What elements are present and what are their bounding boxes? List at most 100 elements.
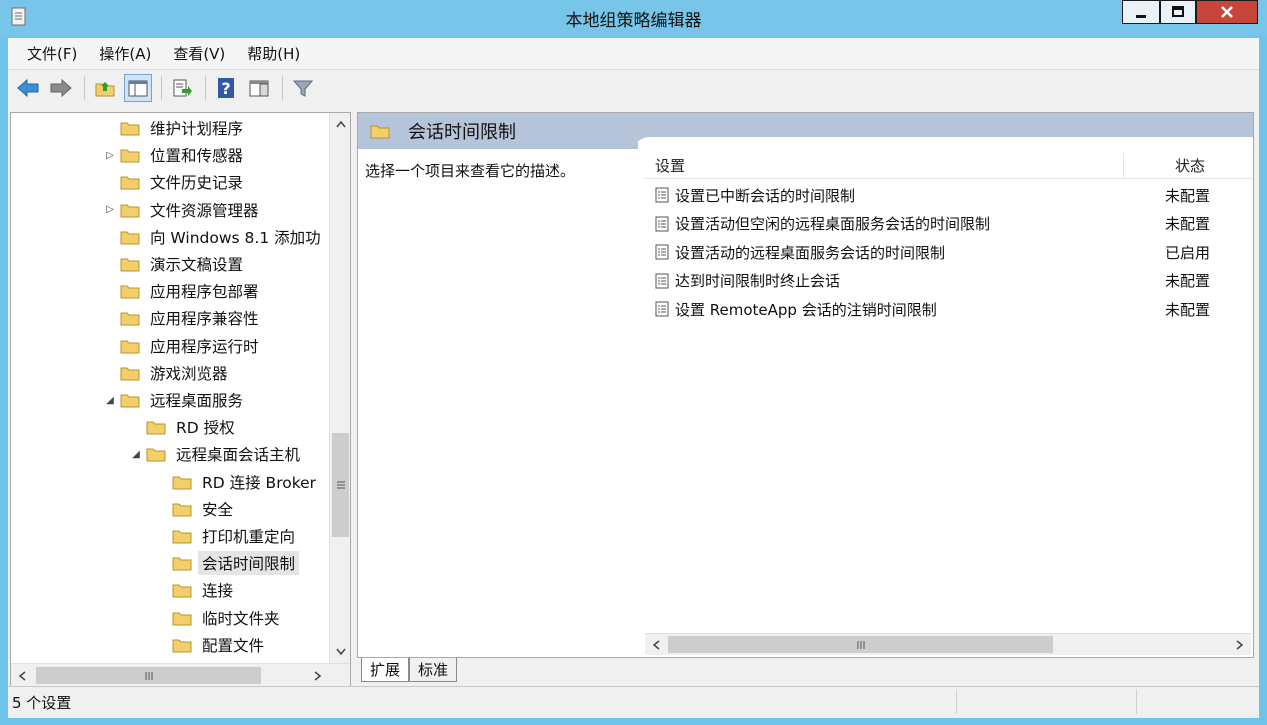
setting-state: 未配置 — [1165, 186, 1211, 205]
tree-item[interactable]: 应用程序包部署 — [103, 278, 263, 304]
scroll-left-button[interactable] — [645, 634, 666, 655]
tab-extended[interactable]: 扩展 — [361, 658, 410, 682]
details-header-tab: 会话时间限制 — [358, 113, 638, 149]
tree-item[interactable]: 打印机重定向 — [155, 523, 299, 549]
tree-item[interactable]: 向 Windows 8.1 添加功 — [103, 224, 325, 250]
folder-icon — [120, 231, 140, 245]
tree-item-label: 远程桌面会话主机 — [176, 446, 301, 465]
maximize-icon — [1172, 6, 1184, 17]
expand-arrow-icon[interactable]: ▷ — [103, 150, 117, 161]
setting-state: 已启用 — [1165, 243, 1211, 262]
maximize-button[interactable] — [1160, 0, 1196, 24]
status-divider — [956, 689, 957, 714]
scroll-thumb[interactable] — [332, 433, 349, 537]
navigation-tree-pane[interactable]: 维护计划程序 ▷ 位置和传感器 文件历史记录 ▷ 文件资源管理器向 Windows 8.1… — [10, 112, 351, 688]
scroll-thumb[interactable] — [36, 667, 261, 684]
scroll-left-button[interactable] — [11, 665, 32, 686]
minimize-button[interactable] — [1122, 0, 1160, 24]
folder-icon — [172, 476, 192, 490]
tree-vertical-scrollbar[interactable] — [329, 113, 350, 663]
folder-icon — [172, 503, 192, 517]
show-hide-tree-button[interactable] — [124, 74, 152, 102]
help-button[interactable]: ? — [212, 74, 240, 102]
tree-item[interactable]: ◢ 远程桌面服务 — [103, 387, 247, 413]
tree-item[interactable]: 文件历史记录 — [103, 169, 247, 195]
folder-icon — [172, 557, 192, 571]
details-title: 会话时间限制 — [408, 122, 516, 143]
scroll-right-button[interactable] — [1229, 634, 1250, 655]
menu-help[interactable]: 帮助(H) — [236, 43, 311, 64]
tree-item-label: RD 授权 — [176, 419, 235, 438]
window-title: 本地组策略编辑器 — [565, 11, 702, 31]
tree-item[interactable]: 游戏浏览器 — [103, 360, 232, 386]
tree-item[interactable]: 临时文件夹 — [155, 605, 284, 631]
tree-item[interactable]: ◢ 远程桌面会话主机 — [129, 441, 304, 467]
tree-item[interactable]: ▷ 位置和传感器 — [103, 142, 247, 168]
policy-setting-icon — [655, 301, 669, 317]
column-divider[interactable] — [1123, 153, 1124, 179]
tree-item[interactable]: 应用程序运行时 — [103, 333, 263, 359]
forward-button[interactable] — [47, 74, 75, 102]
tree-item[interactable]: ▷ 文件资源管理器 — [103, 197, 263, 223]
folder-icon — [172, 530, 192, 544]
show-hide-tree-icon — [128, 80, 148, 97]
up-button[interactable] — [91, 74, 119, 102]
scroll-down-button[interactable] — [330, 641, 350, 662]
list-horizontal-scrollbar[interactable] — [645, 633, 1251, 655]
filter-button[interactable] — [289, 74, 317, 102]
setting-row[interactable]: 达到时间限制时终止会话 未配置 — [645, 267, 1253, 295]
chevron-up-icon — [335, 120, 346, 127]
tree-item-label: 演示文稿设置 — [150, 256, 244, 274]
setting-row[interactable]: 设置 RemoteApp 会话的注销时间限制 未配置 — [645, 295, 1253, 323]
scroll-up-button[interactable] — [330, 113, 350, 134]
tree-item[interactable]: RD 授权 — [129, 414, 239, 440]
close-icon — [1221, 6, 1233, 18]
setting-row[interactable]: 设置已中断会话的时间限制 未配置 — [645, 181, 1253, 209]
export-list-button[interactable] — [168, 74, 196, 102]
tree-item[interactable]: 维护计划程序 — [103, 115, 247, 141]
menu-file[interactable]: 文件(F) — [16, 43, 88, 64]
navigation-tree: 维护计划程序 ▷ 位置和传感器 文件历史记录 ▷ 文件资源管理器向 Windows 8.1… — [11, 113, 329, 663]
tree-item-label: 向 Windows 8.1 添加功 — [150, 228, 321, 247]
properties-pane-button[interactable] — [245, 74, 273, 102]
menu-view[interactable]: 查看(V) — [162, 43, 236, 64]
setting-row[interactable]: 设置活动的远程桌面服务会话的时间限制 已启用 — [645, 238, 1253, 266]
export-list-icon — [173, 79, 192, 97]
forward-arrow-icon — [50, 78, 72, 98]
setting-name: 设置 RemoteApp 会话的注销时间限制 — [675, 300, 937, 319]
folder-icon — [120, 367, 140, 381]
tree-item-label: 会话时间限制 — [198, 551, 300, 576]
policy-setting-icon — [655, 273, 669, 289]
menu-action[interactable]: 操作(A) — [88, 43, 162, 64]
menu-bar: 文件(F) 操作(A) 查看(V) 帮助(H) — [8, 38, 1259, 70]
folder-icon — [120, 176, 140, 190]
collapse-arrow-icon[interactable]: ◢ — [129, 449, 143, 460]
tree-item[interactable]: 应用程序兼容性 — [103, 305, 263, 331]
tree-item[interactable]: RD 连接 Broker — [155, 469, 320, 495]
tree-item-label: 应用程序兼容性 — [150, 310, 259, 329]
title-bar[interactable]: 本地组策略编辑器 — [0, 0, 1267, 36]
tree-item[interactable]: 演示文稿设置 — [103, 251, 247, 277]
close-button[interactable] — [1196, 0, 1258, 24]
scroll-right-button[interactable] — [307, 665, 328, 686]
help-icon: ? — [218, 78, 234, 98]
toolbar-separator — [161, 76, 162, 100]
tab-standard[interactable]: 标准 — [409, 658, 458, 682]
column-header-state[interactable]: 状态 — [1175, 153, 1205, 179]
setting-name: 设置活动的远程桌面服务会话的时间限制 — [675, 243, 946, 262]
scroll-thumb[interactable] — [668, 636, 1053, 653]
grip-icon — [145, 671, 152, 680]
tree-item[interactable]: 安全 — [155, 496, 237, 522]
setting-name: 设置已中断会话的时间限制 — [675, 186, 856, 205]
folder-icon — [120, 149, 140, 163]
properties-pane-icon — [249, 80, 269, 97]
column-header-setting[interactable]: 设置 — [655, 153, 685, 179]
tree-item[interactable]: 连接 — [155, 577, 237, 603]
setting-row[interactable]: 设置活动但空闲的远程桌面服务会话的时间限制 未配置 — [645, 210, 1253, 238]
expand-arrow-icon[interactable]: ▷ — [103, 204, 117, 215]
tree-item[interactable]: 配置文件 — [155, 632, 268, 658]
tree-horizontal-scrollbar[interactable] — [11, 663, 350, 687]
back-button[interactable] — [14, 74, 42, 102]
collapse-arrow-icon[interactable]: ◢ — [103, 395, 117, 406]
tree-item[interactable]: 会话时间限制 — [155, 550, 300, 576]
